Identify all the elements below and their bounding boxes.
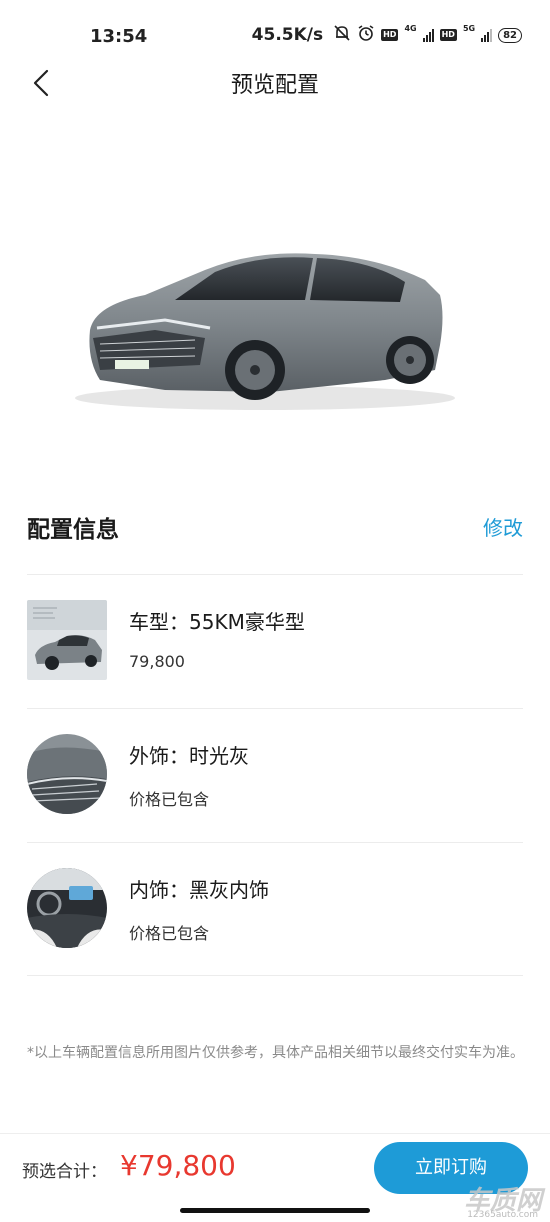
divider xyxy=(27,708,523,709)
config-section-header: 配置信息 修改 xyxy=(27,508,523,548)
car-model-thumbnail xyxy=(27,600,107,680)
status-icons: 45.5K/s HD 4G HD 5G 82 xyxy=(252,24,522,46)
hd-badge-1: HD xyxy=(381,29,399,41)
config-item-price: 价格已包含 xyxy=(129,924,210,943)
divider xyxy=(27,975,523,976)
network-type-1: 4G xyxy=(404,24,417,33)
hd-badge-2: HD xyxy=(439,29,457,41)
config-item-price: 价格已包含 xyxy=(129,790,210,809)
signal-strength-icon xyxy=(422,28,434,42)
config-item-name: 外饰：时光灰 xyxy=(129,744,249,768)
interior-thumbnail xyxy=(27,868,107,948)
exterior-color-thumbnail xyxy=(27,734,107,814)
config-item-exterior[interactable]: 外饰：时光灰 价格已包含 xyxy=(27,734,523,824)
config-item-price: 79,800 xyxy=(129,652,185,671)
disclaimer-text: *以上车辆配置信息所用图片仅供参考，具体产品相关细节以最终交付实车为准。 xyxy=(27,1045,524,1061)
network-type-2: 5G xyxy=(462,24,476,33)
battery-indicator: 82 xyxy=(498,27,522,43)
home-indicator[interactable] xyxy=(180,1208,370,1213)
network-speed: 45.5K/s xyxy=(251,25,324,45)
config-item-interior[interactable]: 内饰：黑灰内饰 价格已包含 xyxy=(27,868,523,958)
divider xyxy=(27,574,523,575)
config-item-name: 内饰：黑灰内饰 xyxy=(129,878,269,902)
config-item-model[interactable]: 车型：55KM豪华型 79,800 xyxy=(27,600,523,690)
total-label: 预选合计： xyxy=(22,1162,107,1182)
mute-bell-icon xyxy=(333,24,351,46)
watermark-url: 12365auto.com xyxy=(467,1210,538,1220)
page-title: 预览配置 xyxy=(230,73,319,98)
config-section-title: 配置信息 xyxy=(27,517,119,543)
edit-config-link[interactable]: 修改 xyxy=(483,512,523,541)
total-price: ¥79,800 xyxy=(120,1149,236,1182)
nav-bar: 预览配置 xyxy=(0,55,550,111)
signal-strength-icon-2 xyxy=(481,28,493,42)
car-preview-image xyxy=(55,220,455,420)
alarm-icon xyxy=(357,24,375,46)
config-item-name: 车型：55KM豪华型 xyxy=(129,610,305,634)
divider xyxy=(27,842,523,843)
status-time: 13:54 xyxy=(90,26,148,47)
